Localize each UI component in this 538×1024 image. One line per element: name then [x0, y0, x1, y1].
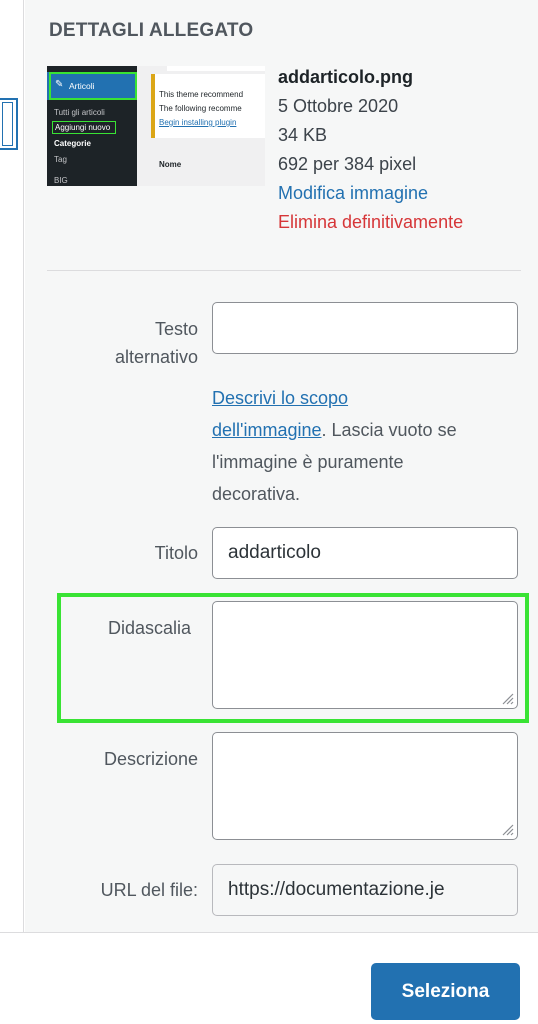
- attachment-details-sidebar: DETTAGLI ALLEGATO ✎ Articoli Tutti gli a…: [25, 0, 538, 932]
- alt-text-help: Descrivi lo scopo dell'immagine. Lascia …: [212, 382, 522, 510]
- section-divider: [47, 270, 521, 271]
- thumb-notice-line1: This theme recommend: [159, 90, 244, 99]
- thumb-notice-line2: The following recomme: [159, 104, 242, 113]
- attachment-meta: addarticolo.png 5 Ottobre 2020 34 KB 692…: [278, 63, 463, 237]
- description-label: Descrizione: [103, 749, 198, 769]
- thumb-menu-categories: Categorie: [54, 139, 91, 148]
- file-url-input[interactable]: https://documentazione.je: [212, 864, 518, 916]
- resize-handle-icon[interactable]: [500, 822, 514, 836]
- attachment-filename: addarticolo.png: [278, 67, 413, 87]
- alt-help-text-1: . Lascia vuoto se: [321, 420, 457, 440]
- alt-text-label-line2: alternativo: [114, 347, 198, 367]
- selected-attachment-edge[interactable]: [0, 98, 18, 150]
- thumb-column-name: Nome: [159, 160, 182, 169]
- attachment-dimensions: 692 per 384 pixel: [278, 154, 417, 174]
- alt-text-label: Testo alternativo: [65, 315, 198, 371]
- thumb-notice-link: Begin installing plugin: [159, 118, 237, 127]
- selected-attachment-inner: [2, 102, 13, 146]
- attachment-size: 34 KB: [278, 125, 328, 145]
- thumb-highlight-active: [49, 72, 137, 100]
- title-label: Titolo: [154, 543, 198, 563]
- thumb-notice-top: [167, 66, 265, 71]
- alt-help-text-2: l'immagine è puramente: [212, 452, 404, 472]
- alt-text-label-line1: Testo: [154, 319, 198, 339]
- description-textarea[interactable]: [212, 732, 518, 840]
- thumb-active-arrow: [137, 80, 143, 92]
- thumb-highlight-add-new: [52, 121, 116, 134]
- section-title: DETTAGLI ALLEGATO: [49, 20, 254, 41]
- edit-image-link[interactable]: Modifica immagine: [278, 179, 463, 208]
- alt-help-text-3: decorativa.: [212, 484, 301, 504]
- attachment-date: 5 Ottobre 2020: [278, 96, 399, 116]
- thumb-menu-bottom: BIG: [54, 176, 68, 185]
- alt-text-input[interactable]: [212, 302, 518, 354]
- file-url-label: URL del file:: [100, 880, 198, 900]
- thumb-menu-tag: Tag: [54, 155, 67, 164]
- attachment-thumbnail: ✎ Articoli Tutti gli articoli Aggiungi n…: [47, 66, 265, 186]
- title-input[interactable]: addarticolo: [212, 527, 518, 579]
- select-button[interactable]: Seleziona: [371, 963, 520, 1020]
- alt-help-link-line1[interactable]: Descrivi lo scopo: [212, 388, 348, 408]
- media-grid-edge: [0, 0, 24, 932]
- media-modal-toolbar: Seleziona: [0, 932, 538, 1024]
- thumb-menu-all-posts: Tutti gli articoli: [54, 108, 105, 117]
- delete-permanently-link[interactable]: Elimina definitivamente: [278, 208, 463, 237]
- caption-highlight-frame: [57, 593, 529, 723]
- alt-help-link-line2[interactable]: dell'immagine: [212, 420, 322, 440]
